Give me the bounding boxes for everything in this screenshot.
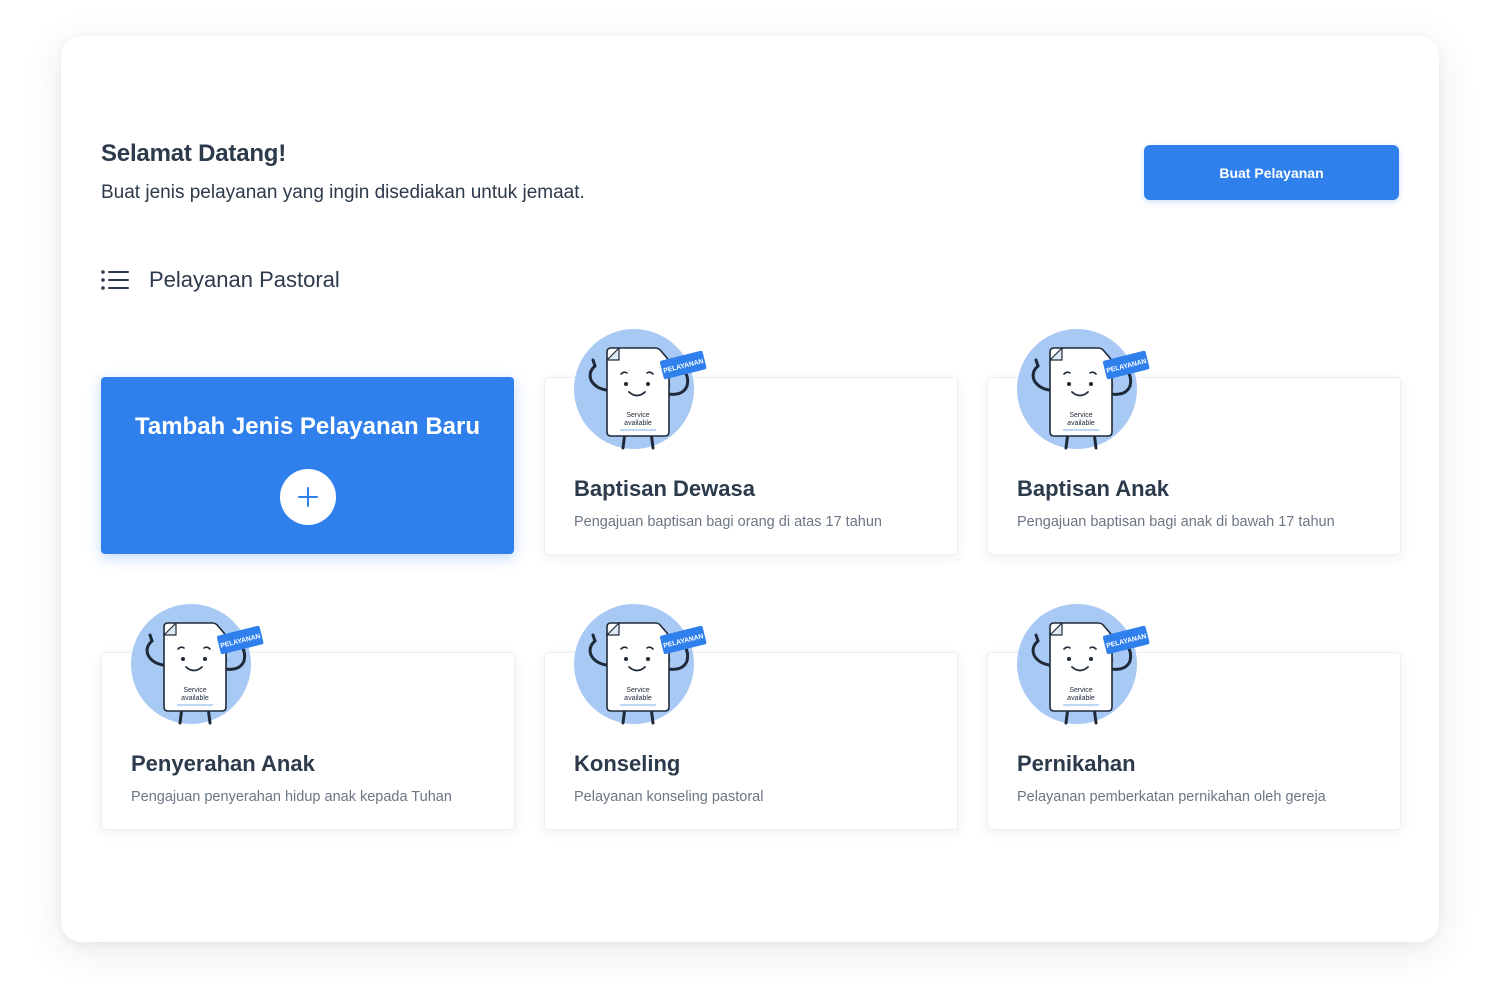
service-card-title: Pernikahan (1017, 751, 1136, 776)
service-card-description: Pelayanan pemberkatan pernikahan oleh ge… (1017, 789, 1326, 805)
service-card-title: Baptisan Dewasa (574, 476, 755, 501)
mascot-doc-line2: available (1067, 420, 1095, 427)
add-service-card-title: Tambah Jenis Pelayanan Baru (134, 413, 481, 440)
service-card-title: Baptisan Anak (1017, 476, 1170, 501)
add-service-button[interactable] (280, 469, 336, 525)
service-card[interactable]: Service available PELAYANAN Penyerahan A… (101, 604, 515, 830)
mascot-doc-line1: Service (626, 412, 649, 419)
service-card[interactable]: Service available PELAYANAN Konseling Pel… (544, 604, 958, 830)
service-card[interactable]: Service available PELAYANAN Baptisan Dew… (544, 329, 958, 555)
mascot-illustration: Service available PELAYANAN (131, 604, 264, 725)
service-card-description: Pelayanan konseling pastoral (574, 789, 764, 805)
service-card-description: Pengajuan baptisan bagi anak di bawah 17… (1017, 514, 1335, 530)
service-card[interactable]: Service available PELAYANAN Pernikahan Pe… (987, 604, 1401, 830)
add-service-card[interactable]: Tambah Jenis Pelayanan Baru (101, 377, 514, 554)
service-card-title: Konseling (574, 751, 681, 776)
page-title: Selamat Datang! (101, 140, 287, 167)
mascot-doc-line1: Service (1069, 687, 1092, 694)
section-header: Pelayanan Pastoral (101, 265, 340, 295)
mascot-illustration: Service available PELAYANAN (574, 604, 707, 725)
mascot-doc-line2: available (624, 420, 652, 427)
mascot-doc-line1: Service (626, 687, 649, 694)
list-icon (101, 270, 129, 290)
mascot-doc-line2: available (1067, 695, 1095, 702)
page-subtitle: Buat jenis pelayanan yang ingin disediak… (101, 182, 585, 203)
mascot-illustration: Service available PELAYANAN (1017, 604, 1150, 725)
section-title: Pelayanan Pastoral (149, 267, 340, 292)
mascot-doc-line2: available (624, 695, 652, 702)
mascot-doc-line2: available (181, 695, 209, 702)
service-card-description: Pengajuan penyerahan hidup anak kepada T… (131, 789, 452, 805)
service-card-title: Penyerahan Anak (131, 751, 315, 776)
mascot-illustration: Service available PELAYANAN (574, 329, 707, 450)
plus-icon (298, 487, 318, 507)
mascot-doc-line1: Service (1069, 412, 1092, 419)
create-service-button[interactable]: Buat Pelayanan (1144, 145, 1399, 200)
mascot-doc-line1: Service (183, 687, 206, 694)
service-card-description: Pengajuan baptisan bagi orang di atas 17… (574, 514, 882, 530)
service-card[interactable]: Service available PELAYANAN Baptisan Ana… (987, 329, 1401, 555)
mascot-illustration: Service available PELAYANAN (1017, 329, 1150, 450)
